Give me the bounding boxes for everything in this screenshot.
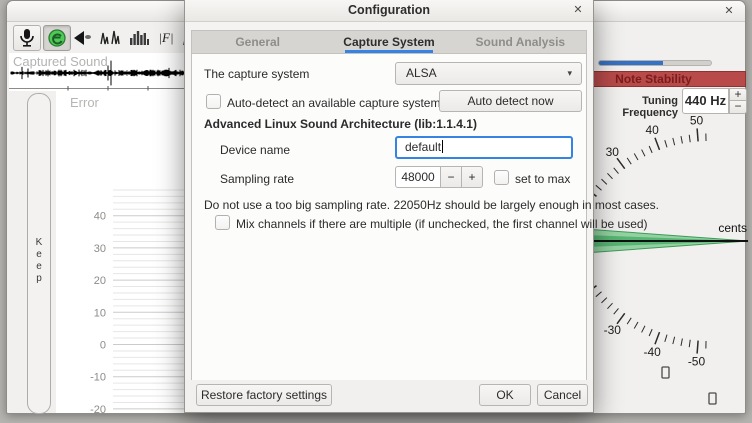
dialog-close-icon[interactable]: ✕ [570, 3, 586, 19]
tab-general[interactable]: General [192, 31, 323, 53]
device-name-value: default [405, 138, 441, 157]
svg-text:-30: -30 [604, 323, 622, 337]
text-cursor [442, 140, 443, 153]
sampling-rate-decrement-button[interactable]: − [440, 166, 462, 188]
svg-text:0: 0 [100, 340, 106, 352]
captured-sound-title: Captured Sound [13, 54, 108, 69]
tab-sound-analysis[interactable]: Sound Analysis [455, 31, 586, 53]
svg-text:30: 30 [606, 145, 620, 159]
capture-system-tab-content: The capture system ALSA ▾ Auto-detect an… [192, 54, 586, 381]
main-close-icon[interactable]: ✕ [721, 4, 737, 20]
dialog-title: Configuration [185, 0, 593, 21]
signal-progress-fill [599, 61, 663, 65]
svg-text:50: 50 [690, 113, 704, 127]
sampling-rate-value[interactable]: 48000 [395, 166, 441, 188]
svg-text:-40: -40 [644, 345, 662, 359]
lingot-logo-icon [47, 28, 67, 48]
svg-text:-50: -50 [688, 355, 706, 369]
keep-slider-label: Keep [28, 237, 50, 285]
ok-button[interactable]: OK [479, 384, 531, 406]
svg-text:cents: cents [718, 221, 747, 235]
gain-speaker-icon[interactable] [71, 27, 95, 49]
dialog-titlebar[interactable]: Configuration ✕ [185, 0, 593, 22]
mix-channels-checkbox[interactable] [215, 215, 230, 230]
device-name-input[interactable]: default [395, 136, 573, 159]
svg-text:-10: -10 [90, 372, 106, 384]
svg-text:10: 10 [94, 307, 106, 319]
dialog-tab-bar: General Capture System Sound Analysis [192, 31, 586, 54]
tuner-toggle-button[interactable] [43, 25, 71, 51]
autodetect-checkbox[interactable] [206, 94, 221, 109]
capture-toggle-button[interactable] [13, 25, 41, 51]
alsa-section-header: Advanced Linux Sound Architecture (lib:1… [204, 117, 477, 131]
capture-system-label: The capture system [204, 67, 309, 81]
chevron-down-icon: ▾ [567, 63, 572, 84]
microphone-icon [18, 28, 36, 48]
sampling-rate-label: Sampling rate [220, 172, 294, 186]
svg-text:40: 40 [646, 123, 660, 137]
dialog-notebook: General Capture System Sound Analysis Th… [191, 30, 587, 381]
error-chart-title: Error [70, 95, 99, 110]
keep-slider[interactable]: Keep [27, 93, 51, 414]
capture-system-dropdown[interactable]: ALSA ▾ [395, 62, 582, 85]
tab-capture-system[interactable]: Capture System [323, 31, 454, 53]
sampling-rate-note: Do not use a too big sampling rate. 2205… [204, 198, 659, 212]
svg-text:-20: -20 [90, 404, 106, 413]
cancel-button[interactable]: Cancel [537, 384, 588, 406]
dialog-action-bar: Restore factory settings OK Cancel [185, 380, 593, 412]
svg-text:40: 40 [94, 211, 106, 223]
device-name-label: Device name [220, 143, 290, 157]
sampling-rate-increment-button[interactable]: + [461, 166, 483, 188]
set-to-max-checkbox[interactable] [494, 170, 509, 185]
auto-detect-now-button[interactable]: Auto detect now [439, 90, 582, 112]
signal-progress-bar [598, 60, 712, 66]
configuration-dialog: Configuration ✕ General Capture System S… [184, 0, 594, 413]
svg-text:30: 30 [94, 243, 106, 255]
capture-system-value: ALSA [406, 66, 437, 80]
mix-channels-label: Mix channels if there are multiple (if u… [236, 217, 648, 231]
set-to-max-label: set to max [515, 172, 570, 186]
restore-factory-settings-button[interactable]: Restore factory settings [196, 384, 332, 406]
svg-text:20: 20 [94, 275, 106, 287]
spectrum-view-icon[interactable] [127, 27, 151, 49]
waveform-view-icon[interactable] [99, 27, 123, 49]
